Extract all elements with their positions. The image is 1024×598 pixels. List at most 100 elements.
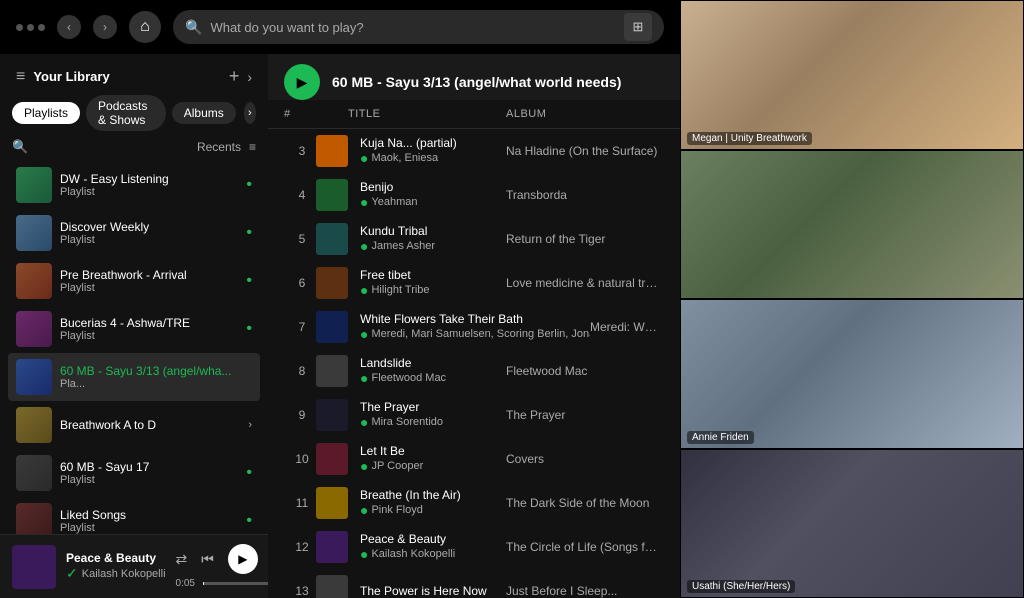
- progress-bar-container: 0:05 5:12: [176, 578, 268, 589]
- playlist-item[interactable]: Bucerias 4 - Ashwa/TREPlaylist•: [8, 305, 260, 353]
- play-pause-button[interactable]: ▶: [228, 544, 258, 574]
- track-album: The Dark Side of the Moon: [506, 496, 660, 510]
- track-row[interactable]: 11Breathe (In the Air)●Pink FloydThe Dar…: [272, 481, 676, 525]
- library-title: Your Library: [33, 69, 220, 84]
- shuffle-button[interactable]: ⇄: [176, 551, 188, 568]
- track-row[interactable]: 13The Power is Here NowJust Before I Sle…: [272, 569, 676, 598]
- track-artist: ●Meredi, Mari Samuelsen, Scoring Berlin,…: [360, 326, 590, 342]
- artist-verified-icon: ●: [360, 414, 368, 430]
- now-playing-bar: Peace & Beauty ✓ Kailash Kokopelli ⇄ ⏮ ▶…: [0, 534, 268, 598]
- video-tile-2: [680, 150, 1024, 300]
- track-artist: ●Hilight Tribe: [360, 282, 506, 298]
- video-bg-1: [681, 1, 1023, 149]
- track-row[interactable]: 7White Flowers Take Their Bath●Meredi, M…: [272, 305, 676, 349]
- track-row[interactable]: 4Benijo●YeahmanTransborda: [272, 173, 676, 217]
- home-button[interactable]: ⌂: [129, 11, 161, 43]
- playback-buttons: ⇄ ⏮ ▶ ⏭ ↻: [176, 544, 268, 574]
- progress-fill: [203, 582, 204, 585]
- track-thumb: [316, 179, 348, 211]
- library-more-button[interactable]: ›: [247, 69, 252, 85]
- forward-button[interactable]: ›: [93, 15, 117, 39]
- search-browse-icon[interactable]: ⊞: [624, 13, 652, 41]
- artist-name: Pink Floyd: [371, 504, 422, 516]
- playlist-thumb: [16, 359, 52, 395]
- playlist-item[interactable]: 60 MB - Sayu 3/13 (angel/wha...Pla...: [8, 353, 260, 401]
- playlist-item[interactable]: 60 MB - Sayu 17Playlist•: [8, 449, 260, 497]
- track-row[interactable]: 5Kundu Tribal●James AsherReturn of the T…: [272, 217, 676, 261]
- playlist-meta: Playlist: [60, 282, 238, 294]
- artist-name: Fleetwood Mac: [371, 372, 446, 384]
- back-button[interactable]: ‹: [57, 15, 81, 39]
- playlist-item[interactable]: Pre Breathwork - ArrivalPlaylist•: [8, 257, 260, 305]
- playlist-item[interactable]: Liked SongsPlaylist•: [8, 497, 260, 534]
- track-thumb: [316, 311, 348, 343]
- playlist-item[interactable]: Breathwork A to D ›: [8, 401, 260, 449]
- track-row[interactable]: 6Free tibet●Hilight TribeLove medicine &…: [272, 261, 676, 305]
- track-title: The Power is Here Now: [360, 584, 506, 598]
- track-row[interactable]: 3Kuja Na... (partial)●Maok, EniesaNa Hla…: [272, 129, 676, 173]
- video-label-1: Megan | Unity Breathwork: [687, 132, 812, 145]
- playlist-name: Breathwork A to D: [60, 418, 240, 432]
- track-title: Peace & Beauty: [360, 532, 506, 546]
- video-bg-2: [681, 151, 1023, 299]
- library-header: ≡ Your Library + ›: [0, 54, 268, 95]
- video-label-3: Annie Friden: [687, 431, 754, 444]
- artist-name: Maok, Eniesa: [371, 152, 438, 164]
- library-add-button[interactable]: +: [229, 66, 240, 87]
- filter-tab-albums[interactable]: Albums: [172, 102, 236, 124]
- col-title: Title: [348, 108, 506, 120]
- playlist-thumb: [16, 503, 52, 534]
- track-info: Kundu Tribal●James Asher: [352, 224, 506, 254]
- track-artist: ●Fleetwood Mac: [360, 370, 506, 386]
- col-thumb: [312, 108, 348, 120]
- track-row[interactable]: 8Landslide●Fleetwood MacFleetwood Mac: [272, 349, 676, 393]
- track-thumb: [316, 531, 348, 563]
- track-info: The Power is Here Now: [352, 584, 506, 598]
- playlist-item[interactable]: DW - Easy ListeningPlaylist•: [8, 161, 260, 209]
- track-artist: ●James Asher: [360, 238, 506, 254]
- playlist-play-button[interactable]: ▶: [284, 64, 320, 100]
- track-info: Breathe (In the Air)●Pink Floyd: [352, 488, 506, 518]
- playlist-item[interactable]: Discover WeeklyPlaylist•: [8, 209, 260, 257]
- prev-button[interactable]: ⏮: [201, 551, 214, 568]
- track-info: Free tibet●Hilight Tribe: [352, 268, 506, 298]
- video-tile-4: Usathi (She/Her/Hers): [680, 449, 1024, 598]
- filter-tab-podcasts[interactable]: Podcasts & Shows: [86, 95, 166, 131]
- filter-more-button[interactable]: ›: [244, 102, 256, 124]
- track-row[interactable]: 10Let It Be●JP CooperCovers: [272, 437, 676, 481]
- artist-name: Yeahman: [371, 196, 417, 208]
- track-title: Benijo: [360, 180, 506, 194]
- content-area: ▶ 60 MB - Sayu 3/13 (angel/what world ne…: [268, 54, 680, 598]
- track-title: Free tibet: [360, 268, 506, 282]
- track-info: Peace & Beauty●Kailash Kokopelli: [352, 532, 506, 562]
- track-title: Landslide: [360, 356, 506, 370]
- dot-yellow: [27, 24, 34, 31]
- track-artist: ●JP Cooper: [360, 458, 506, 474]
- video-bg-3: [681, 300, 1023, 448]
- track-thumb: [316, 355, 348, 387]
- track-album: The Prayer: [506, 408, 660, 422]
- filter-tabs: Playlists Podcasts & Shows Albums ›: [0, 95, 268, 139]
- track-info: Kuja Na... (partial)●Maok, Eniesa: [352, 136, 506, 166]
- col-num: #: [284, 108, 312, 120]
- progress-bar[interactable]: [203, 582, 268, 585]
- filter-tab-playlists[interactable]: Playlists: [12, 102, 80, 124]
- playlist-info: DW - Easy ListeningPlaylist: [60, 172, 238, 198]
- now-playing-thumb: [12, 545, 56, 589]
- playlist-info: Discover WeeklyPlaylist: [60, 220, 238, 246]
- track-album: Fleetwood Mac: [506, 364, 660, 378]
- playlist-name: 60 MB - Sayu 3/13 (angel/wha...: [60, 364, 252, 378]
- track-title: White Flowers Take Their Bath: [360, 312, 590, 326]
- track-info: Landslide●Fleetwood Mac: [352, 356, 506, 386]
- top-nav: ‹ › ⌂ 🔍 What do you want to play? ⊞: [0, 0, 680, 54]
- track-row[interactable]: 12Peace & Beauty●Kailash KokopelliThe Ci…: [272, 525, 676, 569]
- playlist-expand-arrow[interactable]: ›: [248, 419, 252, 431]
- track-row[interactable]: 9The Prayer●Mira SorentidoThe Prayer: [272, 393, 676, 437]
- artist-name: Hilight Tribe: [371, 284, 429, 296]
- track-album: Love medicine & natural trance: [506, 276, 660, 290]
- track-thumb: [316, 223, 348, 255]
- playlist-meta: Playlist: [60, 186, 238, 198]
- window-controls: [16, 24, 45, 31]
- playlist-meta: Playlist: [60, 234, 238, 246]
- track-title: Breathe (In the Air): [360, 488, 506, 502]
